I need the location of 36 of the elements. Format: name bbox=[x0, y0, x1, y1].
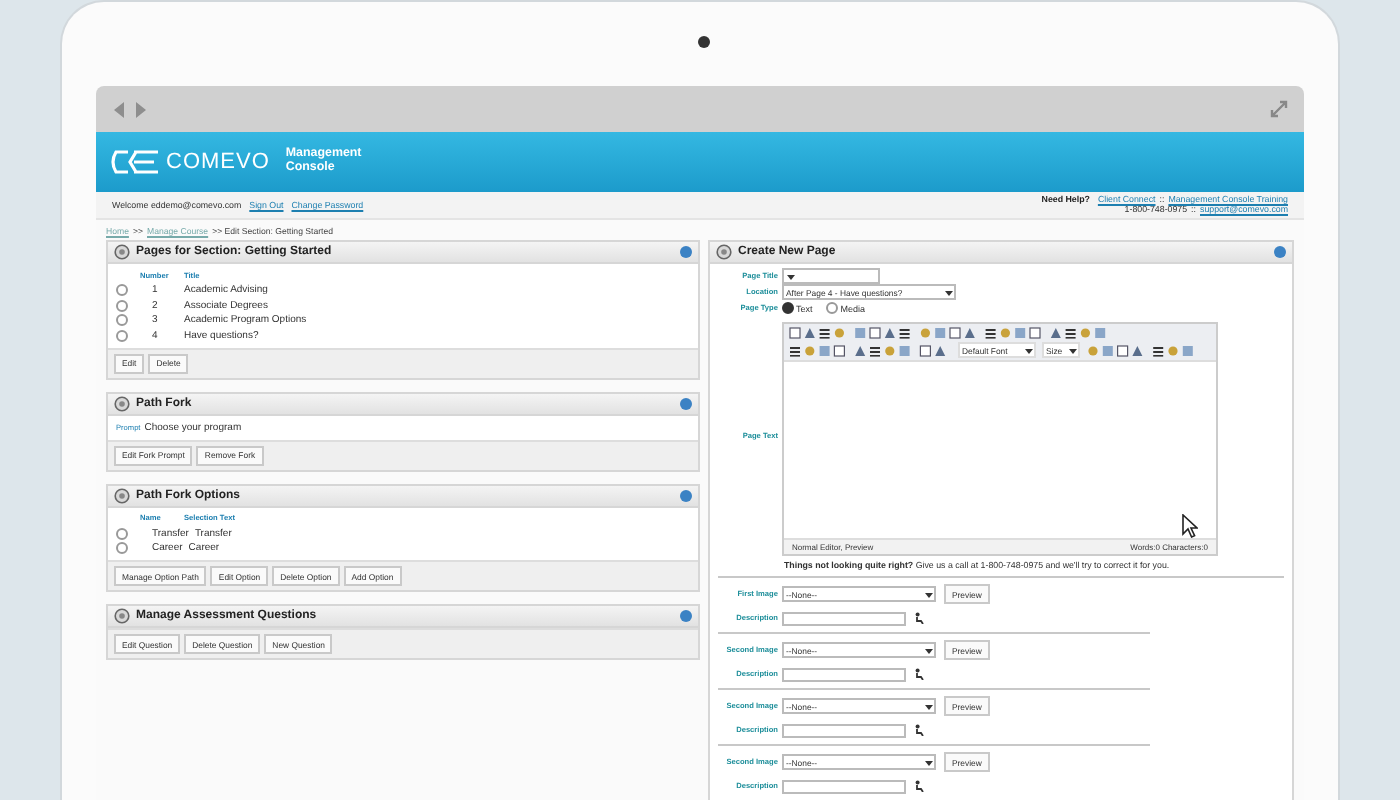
back-forward-icon[interactable] bbox=[112, 101, 148, 117]
dropdown-arrow-icon bbox=[923, 589, 934, 599]
dropdown-arrow-icon bbox=[923, 757, 934, 767]
dropdown-arrow-icon bbox=[923, 701, 934, 711]
help-icon[interactable] bbox=[679, 489, 692, 501]
radio-button[interactable] bbox=[781, 302, 794, 314]
dropdown-arrow-icon bbox=[923, 645, 934, 655]
radio-button[interactable] bbox=[116, 314, 128, 327]
help-icon[interactable] bbox=[679, 246, 692, 258]
radio-button[interactable] bbox=[116, 527, 128, 540]
camera-dot bbox=[698, 36, 710, 48]
help-icon[interactable] bbox=[1274, 246, 1286, 258]
radio-button[interactable] bbox=[116, 329, 128, 342]
dropdown-arrow-icon bbox=[1023, 345, 1034, 355]
description-field[interactable] bbox=[781, 611, 906, 625]
help-icon[interactable] bbox=[679, 397, 692, 409]
radio-button[interactable] bbox=[826, 302, 839, 314]
logo-text: COMEVO bbox=[166, 150, 270, 174]
expand-icon[interactable] bbox=[1270, 100, 1288, 118]
radio-button[interactable] bbox=[116, 299, 128, 312]
dropdown-arrow-icon bbox=[1067, 345, 1078, 355]
mouse-cursor-icon bbox=[1182, 514, 1198, 538]
page-title-dropdown[interactable] bbox=[781, 268, 880, 284]
logo-icon bbox=[108, 150, 160, 174]
description-field[interactable] bbox=[781, 667, 906, 681]
radio-button[interactable] bbox=[116, 542, 128, 555]
radio-button[interactable] bbox=[116, 284, 128, 297]
accessibility-icon[interactable] bbox=[913, 724, 924, 736]
accessibility-icon[interactable] bbox=[913, 780, 924, 792]
accessibility-icon[interactable] bbox=[913, 668, 924, 680]
description-field[interactable] bbox=[781, 779, 906, 793]
dropdown-arrow-icon bbox=[785, 271, 796, 281]
help-icon[interactable] bbox=[679, 610, 692, 622]
description-field[interactable] bbox=[781, 723, 906, 737]
accessibility-icon[interactable] bbox=[913, 612, 924, 624]
dropdown-arrow-icon bbox=[943, 287, 954, 297]
